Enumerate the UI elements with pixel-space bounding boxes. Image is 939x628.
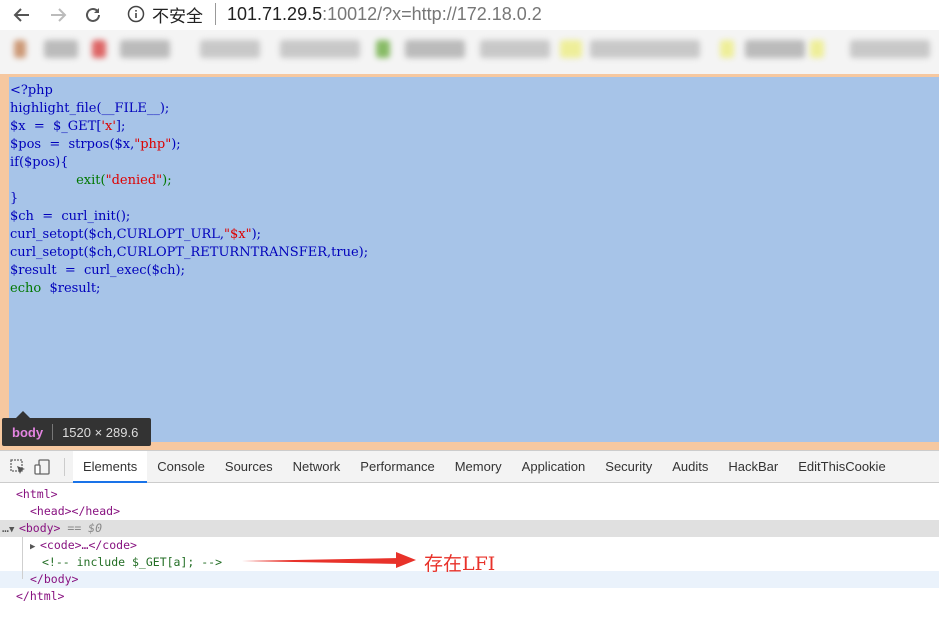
bookmark-blur [810, 40, 824, 58]
tooltip-divider [52, 424, 54, 440]
dom-node-body-selected[interactable]: …▼ <body> == $0 [0, 520, 939, 537]
element-inspector-tooltip: body 1520 × 289.6 [2, 411, 151, 446]
tooltip-dimensions: 1520 × 289.6 [62, 424, 139, 440]
code-line: } [10, 191, 19, 206]
code-line: curl_setopt($ch,CURLOPT_URL,"$x"); [10, 227, 262, 242]
code-line: exit("denied"); [10, 173, 172, 188]
bookmark-blur [120, 40, 170, 58]
url-text[interactable]: 101.71.29.5:10012/?x=http://172.18.0.2 [227, 4, 542, 25]
tab-network[interactable]: Network [283, 451, 351, 483]
url-path: :10012/?x=http://172.18.0.2 [322, 3, 542, 24]
device-toolbar-button[interactable] [30, 455, 54, 479]
tab-audits[interactable]: Audits [662, 451, 718, 483]
selected-marker: == $0 [60, 521, 103, 535]
code-line: $result = curl_exec($ch); [10, 263, 185, 278]
code-line: echo $result; [10, 281, 101, 296]
bookmark-blur [850, 40, 930, 58]
back-arrow-icon [13, 8, 29, 22]
forward-arrow-icon [51, 8, 67, 22]
code-line: $ch = curl_init(); [10, 209, 131, 224]
dom-node-head[interactable]: <head></head> [0, 503, 939, 520]
dom-node-html[interactable]: <html> [0, 486, 939, 503]
annotation-arrow-icon [242, 552, 416, 568]
tab-elements[interactable]: Elements [73, 450, 148, 483]
toolbar-divider [64, 457, 65, 476]
tab-memory[interactable]: Memory [445, 451, 512, 483]
more-options-icon[interactable]: … [2, 521, 9, 535]
bookmark-blur [376, 40, 390, 58]
dom-tree: <html> <head></head> …▼ <body> == $0 ▶ <co… [0, 486, 939, 605]
url-host: 101.71.29.5 [227, 3, 323, 24]
cursor-select-icon [10, 458, 25, 474]
code-line: $x = $_GET['x']; [10, 119, 126, 134]
bookmark-blur [480, 40, 550, 58]
tab-hackbar[interactable]: HackBar [718, 451, 788, 483]
browser-toolbar: 不安全 101.71.29.5:10012/?x=http://172.18.0… [0, 0, 939, 30]
inspect-element-button[interactable] [6, 455, 30, 479]
indent-guide [22, 537, 23, 579]
address-divider [215, 3, 216, 25]
bookmark-blur [745, 40, 805, 58]
address-bar[interactable]: 不安全 101.71.29.5:10012/?x=http://172.18.0… [114, 0, 939, 28]
back-button[interactable] [9, 2, 35, 28]
bookmark-blur [14, 40, 26, 58]
tooltip-tag-name: body [12, 424, 44, 440]
tab-security[interactable]: Security [595, 451, 662, 483]
devtools-panel: Elements Console Sources Network Perform… [0, 450, 939, 628]
bookmark-blur [560, 40, 582, 58]
code-line: highlight_file(__FILE__); [10, 101, 170, 116]
security-status: 不安全 [152, 6, 203, 27]
reload-button[interactable] [80, 2, 106, 28]
php-source-code: <?php highlight_file(__FILE__); $x = $_GET… [10, 82, 368, 298]
info-icon[interactable] [126, 4, 146, 24]
forward-button[interactable] [45, 2, 71, 28]
devtools-tab-bar: Elements Console Sources Network Perform… [0, 450, 939, 483]
bookmark-blur [405, 40, 465, 58]
code-line: <?php [10, 83, 53, 98]
page-viewport: <?php highlight_file(__FILE__); $x = $_GET… [0, 74, 939, 450]
dom-node-html-close[interactable]: </html> [0, 588, 939, 605]
code-line: if($pos){ [10, 155, 69, 170]
bookmark-blur [44, 40, 78, 58]
bookmark-blur [590, 40, 700, 58]
tab-sources[interactable]: Sources [215, 451, 283, 483]
bookmark-blur [200, 40, 260, 58]
device-icon [34, 458, 50, 475]
bookmark-blur [280, 40, 360, 58]
tab-application[interactable]: Application [512, 451, 596, 483]
bookmarks-bar [0, 30, 939, 78]
code-line: $pos = strpos($x,"php"); [10, 137, 181, 152]
tab-performance[interactable]: Performance [350, 451, 444, 483]
annotation-label: 存在LFI [424, 553, 496, 575]
tab-console[interactable]: Console [147, 451, 215, 483]
code-line: curl_setopt($ch,CURLOPT_RETURNTRANSFER,t… [10, 245, 369, 260]
tab-editthiscookie[interactable]: EditThisCookie [788, 451, 895, 483]
reload-icon [86, 7, 100, 22]
bookmark-blur [720, 40, 734, 58]
bookmark-blur [92, 40, 106, 58]
